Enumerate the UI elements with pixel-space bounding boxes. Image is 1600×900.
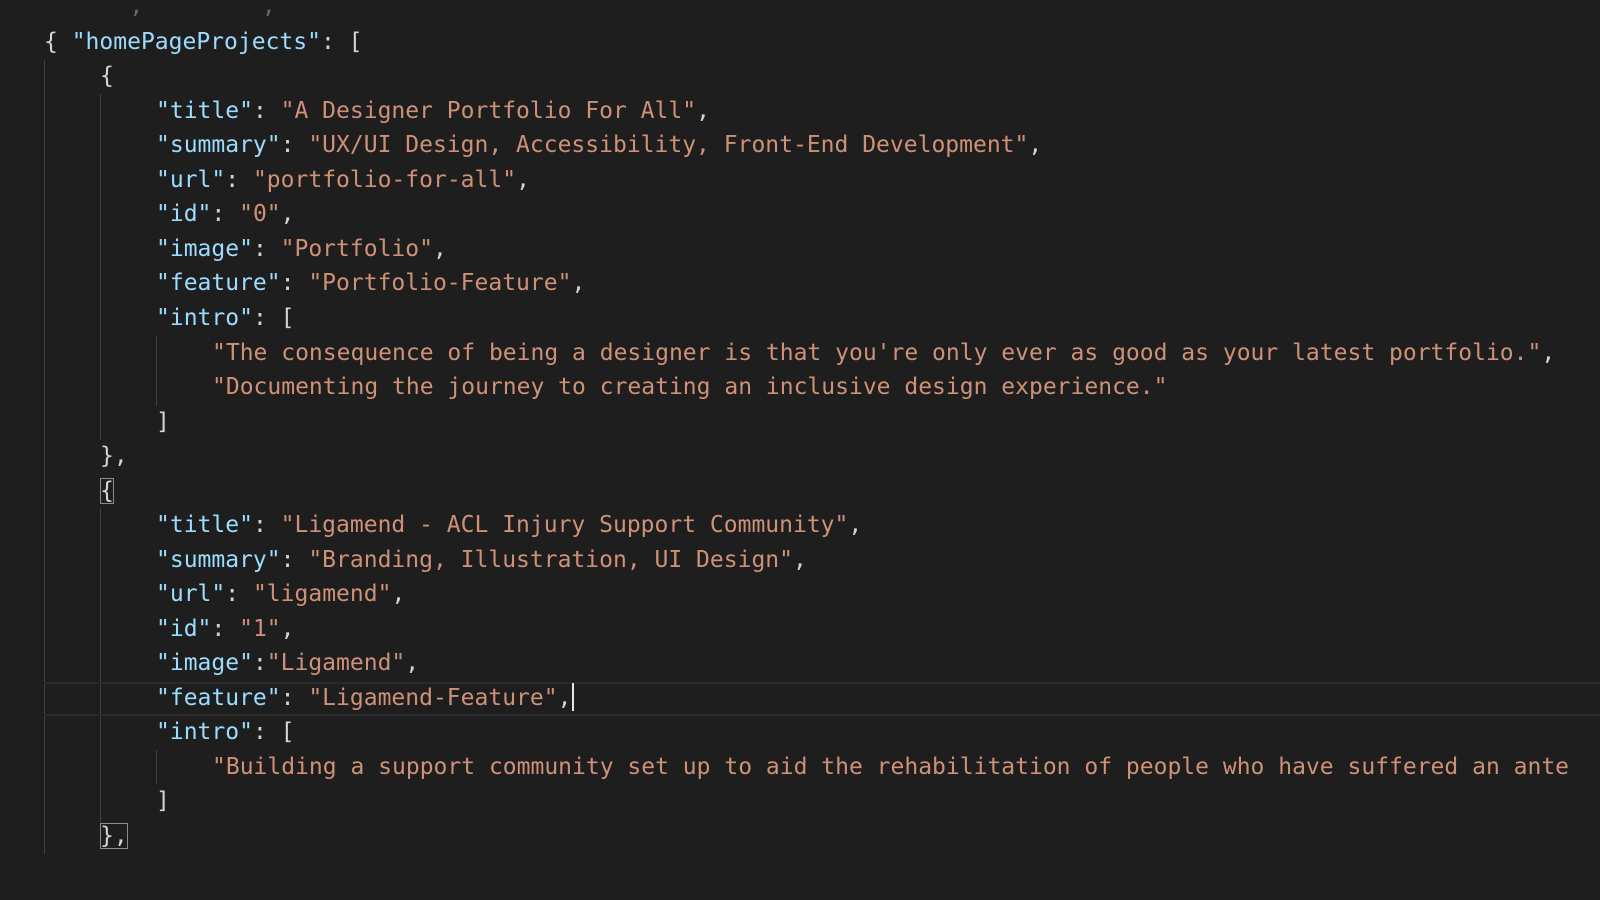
code-line[interactable]: "summary": "UX/UI Design, Accessibility,… [156, 128, 1042, 162]
bracket: ] [156, 409, 170, 435]
json-key: "summary" [156, 132, 281, 158]
code-line[interactable]: }, [100, 819, 128, 853]
matched-brace: }, [100, 823, 128, 849]
json-string: "Ligamend-Feature" [308, 685, 558, 711]
code-editor[interactable]: , , _ { "homePageProjects": [ { "title":… [0, 0, 1600, 900]
code-line[interactable]: "intro": [ [156, 715, 294, 749]
code-line[interactable]: "intro": [ [156, 301, 294, 335]
brace: { [100, 63, 114, 89]
indent-guide [100, 508, 101, 826]
code-line[interactable]: ] [156, 784, 170, 818]
code-line[interactable]: "url": "portfolio-for-all", [156, 163, 530, 197]
json-string: "Portfolio" [280, 236, 433, 262]
json-string: "Ligamend - ACL Injury Support Community… [280, 512, 849, 538]
json-string: "Documenting the journey to creating an … [212, 374, 1168, 400]
bracket: ] [156, 788, 170, 814]
indent-guide [156, 750, 157, 784]
json-string: "A Designer Portfolio For All" [280, 98, 697, 124]
json-key: "id" [156, 616, 212, 642]
code-line[interactable]: "feature": "Ligamend-Feature", [156, 681, 575, 715]
json-key: "id" [156, 201, 212, 227]
code-line[interactable]: "image": "Portfolio", [156, 232, 447, 266]
json-string: "Building a support community set up to … [212, 754, 1570, 780]
json-key: "intro" [156, 719, 253, 745]
code-line[interactable]: "url": "ligamend", [156, 577, 405, 611]
code-line[interactable]: { [100, 59, 114, 93]
json-string: "Ligamend" [266, 650, 406, 676]
json-string: "Portfolio-Feature" [308, 270, 572, 296]
code-line[interactable]: "summary": "Branding, Illustration, UI D… [156, 543, 807, 577]
code-line[interactable]: "image":"Ligamend", [156, 646, 419, 680]
json-key: "image" [156, 236, 253, 262]
json-key: "url" [156, 581, 226, 607]
code-line[interactable]: }, [100, 439, 128, 473]
json-key: "title" [156, 98, 253, 124]
json-string: "UX/UI Design, Accessibility, Front-End … [308, 132, 1029, 158]
text-cursor [572, 683, 575, 711]
code-line[interactable]: "title": "A Designer Portfolio For All", [156, 94, 710, 128]
indent-guide [44, 60, 45, 854]
code-line[interactable]: ] [156, 405, 170, 439]
json-string: "ligamend" [252, 581, 392, 607]
json-key: "feature" [156, 270, 281, 296]
matched-brace: { [100, 478, 114, 504]
code-line[interactable]: "feature": "Portfolio-Feature", [156, 266, 585, 300]
json-key: "homePageProjects" [71, 29, 321, 55]
json-string: "Branding, Illustration, UI Design" [308, 547, 793, 573]
json-key: "summary" [156, 547, 281, 573]
json-key: "image" [156, 650, 253, 676]
punctuation: : [ [320, 29, 363, 55]
json-string: "1" [239, 616, 281, 642]
code-line[interactable]: { "homePageProjects": [ [44, 25, 363, 59]
json-string: "portfolio-for-all" [252, 167, 517, 193]
indent-guide [100, 94, 101, 440]
json-key: "feature" [156, 685, 281, 711]
code-line[interactable]: "id": "0", [156, 197, 295, 231]
json-string: "The consequence of being a designer is … [212, 340, 1542, 366]
brace: { [44, 29, 72, 55]
json-string: "0" [239, 201, 281, 227]
code-line[interactable]: { [100, 474, 114, 508]
code-line[interactable]: "title": "Ligamend - ACL Injury Support … [156, 508, 862, 542]
code-line[interactable]: "Building a support community set up to … [212, 750, 1569, 784]
code-line[interactable]: "Documenting the journey to creating an … [212, 370, 1167, 404]
indent-guide [156, 336, 157, 406]
partially-visible-line: , , _ [90, 0, 422, 16]
code-line[interactable]: "The consequence of being a designer is … [212, 336, 1555, 370]
brace: }, [100, 443, 128, 469]
code-line[interactable]: "id": "1", [156, 612, 295, 646]
json-key: "title" [156, 512, 253, 538]
json-key: "url" [156, 167, 226, 193]
json-key: "intro" [156, 305, 253, 331]
